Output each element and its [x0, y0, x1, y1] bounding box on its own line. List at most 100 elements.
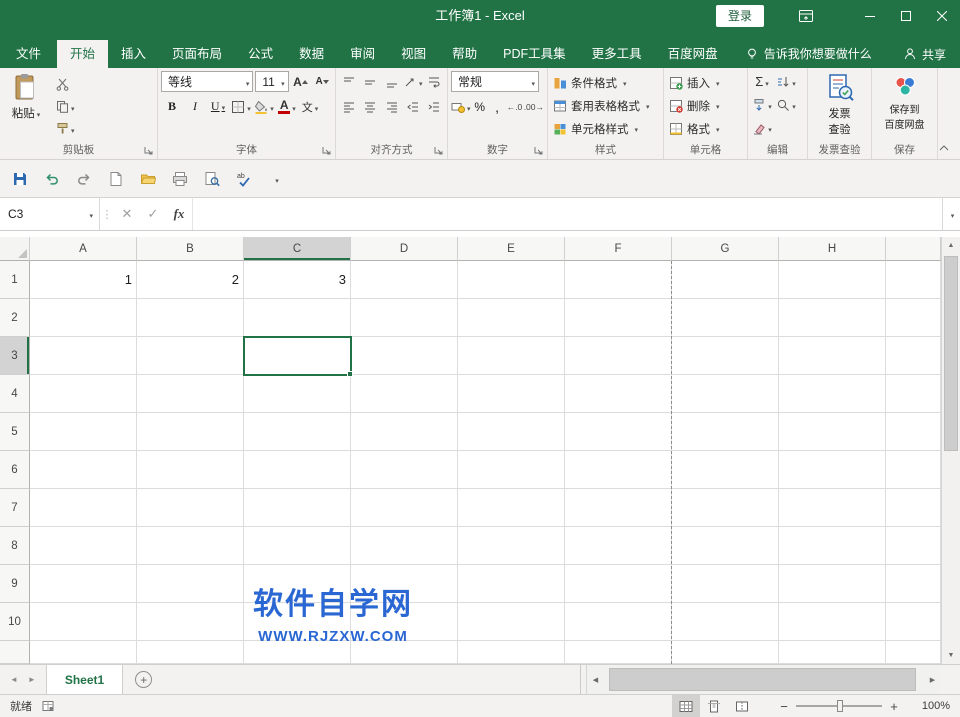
print-button[interactable]	[170, 168, 190, 190]
column-header-H[interactable]: H	[779, 237, 886, 261]
autosum-button[interactable]: Σ	[751, 71, 773, 92]
cell-F8[interactable]	[565, 527, 672, 565]
cell-G3[interactable]	[672, 337, 779, 375]
italic-button[interactable]: I	[184, 96, 206, 117]
number-format-combo[interactable]: 常规	[451, 71, 539, 92]
cell-H5[interactable]	[779, 413, 886, 451]
cancel-entry-button[interactable]: ✕	[114, 198, 140, 230]
percent-style-button[interactable]: %	[472, 96, 488, 117]
column-header-F[interactable]: F	[565, 237, 672, 261]
row-header-10[interactable]: 10	[0, 603, 30, 641]
cell-B2[interactable]	[137, 299, 244, 337]
cell-F5[interactable]	[565, 413, 672, 451]
cell-H2[interactable]	[779, 299, 886, 337]
decrease-decimal-button[interactable]: .00→	[524, 96, 544, 117]
share-button[interactable]: 共享	[903, 40, 946, 68]
normal-view-button[interactable]	[672, 695, 700, 717]
cell-H9[interactable]	[779, 565, 886, 603]
cell-B10[interactable]	[137, 603, 244, 641]
cell-F7[interactable]	[565, 489, 672, 527]
print-preview-button[interactable]	[202, 168, 222, 190]
font-name-combo[interactable]: 等线	[161, 71, 253, 92]
cell-D-partial[interactable]	[351, 641, 458, 664]
cell-partial-1[interactable]	[886, 261, 941, 299]
cell-B8[interactable]	[137, 527, 244, 565]
save-to-baidu-netdisk-button[interactable]: 保存到 百度网盘	[875, 71, 934, 142]
cell-F2[interactable]	[565, 299, 672, 337]
cell-D4[interactable]	[351, 375, 458, 413]
row-header-4[interactable]: 4	[0, 375, 30, 413]
cell-H4[interactable]	[779, 375, 886, 413]
paste-button[interactable]: 粘贴	[3, 71, 49, 142]
font-size-combo[interactable]: 11	[255, 71, 288, 92]
cell-E4[interactable]	[458, 375, 565, 413]
row-header-3[interactable]: 3	[0, 337, 30, 375]
cell-D2[interactable]	[351, 299, 458, 337]
delete-cells-button[interactable]: 删除	[667, 94, 744, 117]
cell-C5[interactable]	[244, 413, 351, 451]
cell-styles-button[interactable]: 单元格样式	[551, 117, 660, 140]
cell-A2[interactable]	[30, 299, 137, 337]
new-workbook-button[interactable]	[106, 168, 126, 190]
cell-partial-6[interactable]	[886, 451, 941, 489]
collapse-ribbon-button[interactable]	[938, 143, 952, 155]
fill-button[interactable]	[751, 94, 773, 115]
cell-D9[interactable]	[351, 565, 458, 603]
scroll-up-button[interactable]: ▲	[942, 237, 960, 254]
cell-A8[interactable]	[30, 527, 137, 565]
enter-entry-button[interactable]: ✓	[140, 198, 166, 230]
zoom-out-button[interactable]: −	[774, 699, 794, 714]
align-right-button[interactable]	[381, 96, 401, 117]
cell-D8[interactable]	[351, 527, 458, 565]
insert-function-button[interactable]: fx	[166, 198, 192, 230]
tab-insert[interactable]: 插入	[108, 40, 159, 68]
tab-review[interactable]: 审阅	[337, 40, 388, 68]
cell-G8[interactable]	[672, 527, 779, 565]
row-header-8[interactable]: 8	[0, 527, 30, 565]
cell-C4[interactable]	[244, 375, 351, 413]
formula-input[interactable]	[192, 198, 942, 230]
fill-handle[interactable]	[347, 371, 353, 377]
cell-F1[interactable]	[565, 261, 672, 299]
cell-F4[interactable]	[565, 375, 672, 413]
tab-formulas[interactable]: 公式	[235, 40, 286, 68]
wrap-text-button[interactable]	[424, 71, 444, 92]
login-button[interactable]: 登录	[716, 5, 764, 27]
cell-A9[interactable]	[30, 565, 137, 603]
row-header-6[interactable]: 6	[0, 451, 30, 489]
row-header-2[interactable]: 2	[0, 299, 30, 337]
format-as-table-button[interactable]: 套用表格格式	[551, 94, 660, 117]
cell-partial-5[interactable]	[886, 413, 941, 451]
scroll-left-button[interactable]: ◀	[587, 665, 604, 694]
cell-D5[interactable]	[351, 413, 458, 451]
tab-help[interactable]: 帮助	[439, 40, 490, 68]
close-button[interactable]	[924, 0, 960, 32]
cell-A3[interactable]	[30, 337, 137, 375]
tab-file[interactable]: 文件	[0, 40, 57, 68]
cell-E5[interactable]	[458, 413, 565, 451]
cell-C6[interactable]	[244, 451, 351, 489]
cell-G6[interactable]	[672, 451, 779, 489]
underline-button[interactable]: U	[207, 96, 229, 117]
selection-box[interactable]	[243, 336, 352, 376]
cell-E9[interactable]	[458, 565, 565, 603]
cell-partial-10[interactable]	[886, 603, 941, 641]
vertical-scrollbar[interactable]: ▲ ▼	[941, 237, 960, 664]
previous-sheet-button[interactable]: ◄	[10, 675, 18, 684]
cell-C8[interactable]	[244, 527, 351, 565]
fill-color-button[interactable]	[253, 96, 275, 117]
cell-C2[interactable]	[244, 299, 351, 337]
cell-G10[interactable]	[672, 603, 779, 641]
cell-D1[interactable]	[351, 261, 458, 299]
cell-E2[interactable]	[458, 299, 565, 337]
cell-A4[interactable]	[30, 375, 137, 413]
increase-font-size-button[interactable]: A	[291, 71, 311, 92]
cell-G4[interactable]	[672, 375, 779, 413]
new-sheet-button[interactable]: +	[135, 671, 152, 688]
clear-button[interactable]	[751, 117, 773, 138]
cell-A-partial[interactable]	[30, 641, 137, 664]
horizontal-scroll-thumb[interactable]	[609, 668, 916, 691]
page-layout-view-button[interactable]	[700, 695, 728, 717]
zoom-slider[interactable]	[796, 705, 882, 707]
column-header-A[interactable]: A	[30, 237, 137, 261]
